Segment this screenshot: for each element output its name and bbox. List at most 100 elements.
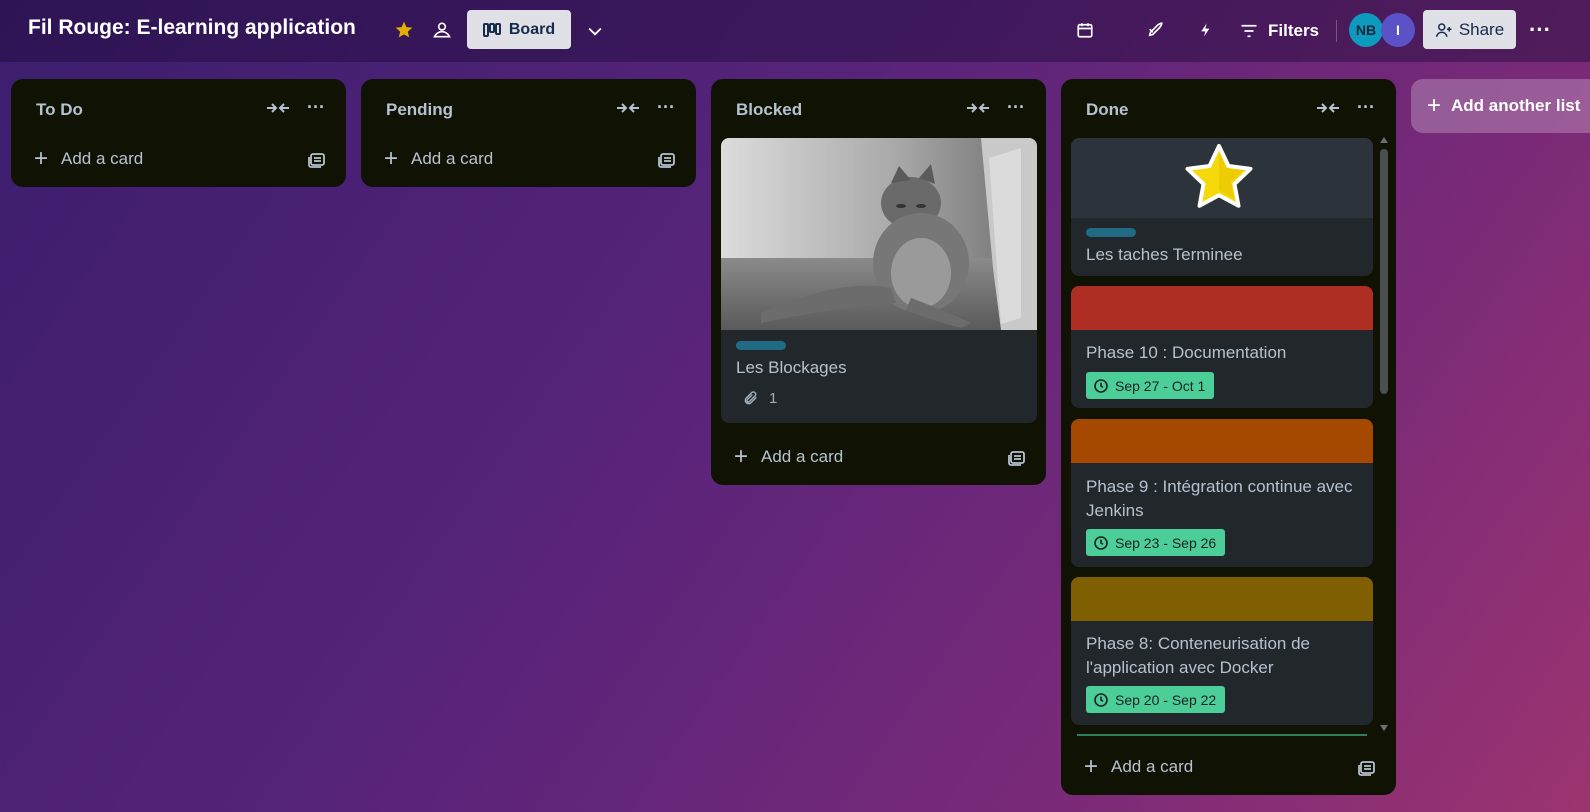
collapse-icon[interactable] [965, 99, 991, 117]
add-card-button[interactable]: + Add a card [373, 141, 493, 177]
board-title[interactable]: Fil Rouge: E-learning application [28, 16, 356, 40]
add-list-button[interactable]: + Add another list [1411, 79, 1590, 133]
card-template-icon[interactable] [1007, 447, 1027, 467]
due-date-text: Sep 23 - Sep 26 [1115, 534, 1217, 551]
list-header[interactable]: To Do ··· [11, 79, 346, 139]
due-date-text: Sep 27 - Oct 1 [1115, 377, 1206, 394]
avatar[interactable]: NB [1349, 13, 1383, 47]
scroll-thumb[interactable] [1380, 149, 1388, 394]
paperclip-icon [744, 391, 757, 405]
card-taches-terminee[interactable]: Les taches Terminee [1071, 138, 1373, 276]
view-switcher-button[interactable] [582, 18, 608, 44]
add-list-label: Add another list [1451, 96, 1581, 115]
plus-icon: + [33, 145, 48, 172]
add-card-label: Add a card [1111, 757, 1194, 776]
clock-icon [1094, 535, 1108, 550]
clock-icon [1094, 378, 1108, 393]
card-title: Phase 10 : Documentation [1086, 343, 1287, 362]
board-header: Fil Rouge: E-learning application Board … [0, 0, 1590, 62]
rocket-icon [1148, 22, 1163, 37]
card-cover-color [1071, 286, 1373, 330]
plus-icon: + [1083, 753, 1098, 780]
clock-icon [1094, 692, 1108, 707]
cat-photo [721, 138, 1037, 330]
share-button[interactable]: Share [1423, 10, 1516, 49]
add-card-label: Add a card [761, 447, 844, 466]
card-cover-color [1071, 419, 1373, 463]
avatar[interactable]: I [1381, 13, 1415, 47]
board-icon [482, 22, 501, 37]
list-menu-button[interactable]: ··· [1354, 97, 1378, 117]
attachment-badge: 1 [743, 389, 777, 407]
more-icon: ··· [1529, 17, 1551, 42]
board-menu-button[interactable]: ··· [1526, 17, 1554, 42]
list-title[interactable]: Pending [386, 100, 453, 120]
attachment-count: 1 [769, 389, 778, 407]
list-menu-button[interactable]: ··· [1004, 97, 1028, 117]
automation-button[interactable] [1194, 18, 1218, 42]
collapse-icon[interactable] [265, 99, 291, 117]
list-scrollbar[interactable] [1377, 135, 1391, 733]
scroll-up-arrow-icon[interactable] [1380, 137, 1388, 143]
list-title[interactable]: Done [1086, 100, 1129, 120]
chevron-down-icon [588, 27, 602, 36]
header-divider [1336, 20, 1337, 42]
list-pending: Pending ··· + Add a card [361, 79, 696, 187]
star-icon [395, 21, 413, 38]
lightning-icon [1201, 23, 1210, 37]
collapse-icon[interactable] [1315, 99, 1341, 117]
card-blockages[interactable]: Les Blockages 1 [721, 138, 1037, 423]
card-template-icon[interactable] [1357, 757, 1377, 777]
list-todo: To Do ··· + Add a card [11, 79, 346, 187]
calendar-button[interactable] [1073, 18, 1097, 42]
next-card-edge [1077, 734, 1367, 736]
card-phase-10[interactable]: Phase 10 : Documentation Sep 27 - Oct 1 [1071, 286, 1373, 408]
filters-button[interactable]: Filters [1240, 14, 1319, 48]
team-visibility-icon [433, 22, 451, 38]
card-title: Phase 8: Conteneurisation de l'applicati… [1086, 634, 1310, 677]
list-header[interactable]: Pending ··· [361, 79, 696, 139]
visibility-button[interactable] [430, 18, 454, 42]
list-title[interactable]: To Do [36, 100, 83, 120]
card-phase-9[interactable]: Phase 9 : Intégration continue avec Jenk… [1071, 419, 1373, 567]
card-title: Les Blockages [736, 358, 847, 377]
card-label[interactable] [1086, 228, 1136, 237]
card-label[interactable] [736, 341, 786, 350]
due-date-badge[interactable]: Sep 23 - Sep 26 [1086, 529, 1226, 556]
calendar-icon [1077, 23, 1093, 38]
due-date-text: Sep 20 - Sep 22 [1115, 691, 1217, 708]
card-template-icon[interactable] [657, 149, 677, 169]
add-card-button[interactable]: + Add a card [23, 141, 143, 177]
add-card-button[interactable]: + Add a card [1073, 749, 1193, 785]
card-template-icon[interactable] [307, 149, 327, 169]
list-blocked: Blocked ··· Les Blockages 1 + Add a card [711, 79, 1046, 485]
card-cover-color [1071, 577, 1373, 621]
list-header[interactable]: Done ··· [1061, 79, 1396, 139]
plus-icon: + [383, 145, 398, 172]
add-card-button[interactable]: + Add a card [723, 439, 843, 475]
power-ups-button[interactable] [1143, 18, 1167, 42]
card-phase-8[interactable]: Phase 8: Conteneurisation de l'applicati… [1071, 577, 1373, 725]
due-date-badge[interactable]: Sep 27 - Oct 1 [1086, 372, 1215, 399]
board-view-label: Board [508, 20, 556, 38]
plus-icon: + [733, 443, 748, 470]
share-label: Share [1458, 19, 1505, 39]
add-card-label: Add a card [61, 149, 144, 168]
star-icon [1185, 144, 1253, 208]
scroll-down-arrow-icon[interactable] [1380, 725, 1388, 731]
collapse-icon[interactable] [615, 99, 641, 117]
star-board-button[interactable] [392, 18, 416, 42]
list-title[interactable]: Blocked [736, 100, 802, 120]
filters-label: Filters [1268, 21, 1320, 40]
card-cover-image [721, 138, 1037, 330]
list-header[interactable]: Blocked ··· [711, 79, 1046, 139]
board-view-button[interactable]: Board [467, 10, 571, 49]
plus-icon: + [1427, 92, 1442, 119]
list-menu-button[interactable]: ··· [304, 97, 328, 117]
card-cover-star [1071, 138, 1373, 218]
card-title: Les taches Terminee [1086, 245, 1243, 264]
due-date-badge[interactable]: Sep 20 - Sep 22 [1086, 686, 1226, 713]
list-menu-button[interactable]: ··· [654, 97, 678, 117]
card-title: Phase 9 : Intégration continue avec Jenk… [1086, 477, 1353, 520]
add-person-icon [1435, 22, 1452, 37]
